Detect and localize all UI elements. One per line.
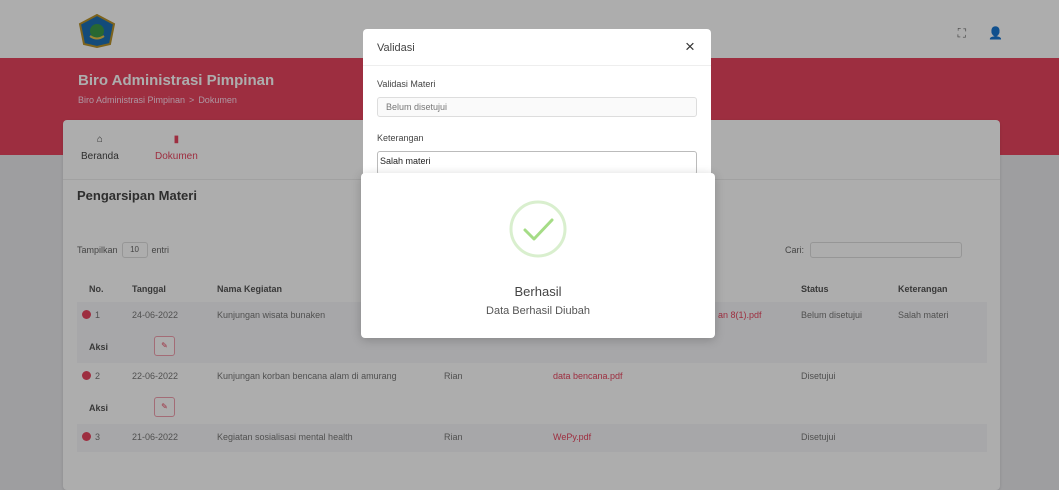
modal-title: Validasi [377, 42, 415, 54]
modal-divider [363, 65, 711, 66]
checkmark-icon [509, 200, 567, 258]
close-icon[interactable]: × [685, 37, 695, 57]
validation-label: Validasi Materi [377, 79, 436, 89]
validation-select[interactable]: Belum disetujui [377, 97, 697, 117]
note-label: Keterangan [377, 133, 424, 143]
validation-modal: Validasi × Validasi Materi Belum disetuj… [363, 29, 711, 189]
alert-text: Data Berhasil Diubah [486, 305, 590, 317]
alert-title: Berhasil [514, 284, 562, 299]
note-textarea[interactable]: Salah materi [377, 151, 697, 175]
success-alert: Berhasil Data Berhasil Diubah [361, 173, 715, 338]
